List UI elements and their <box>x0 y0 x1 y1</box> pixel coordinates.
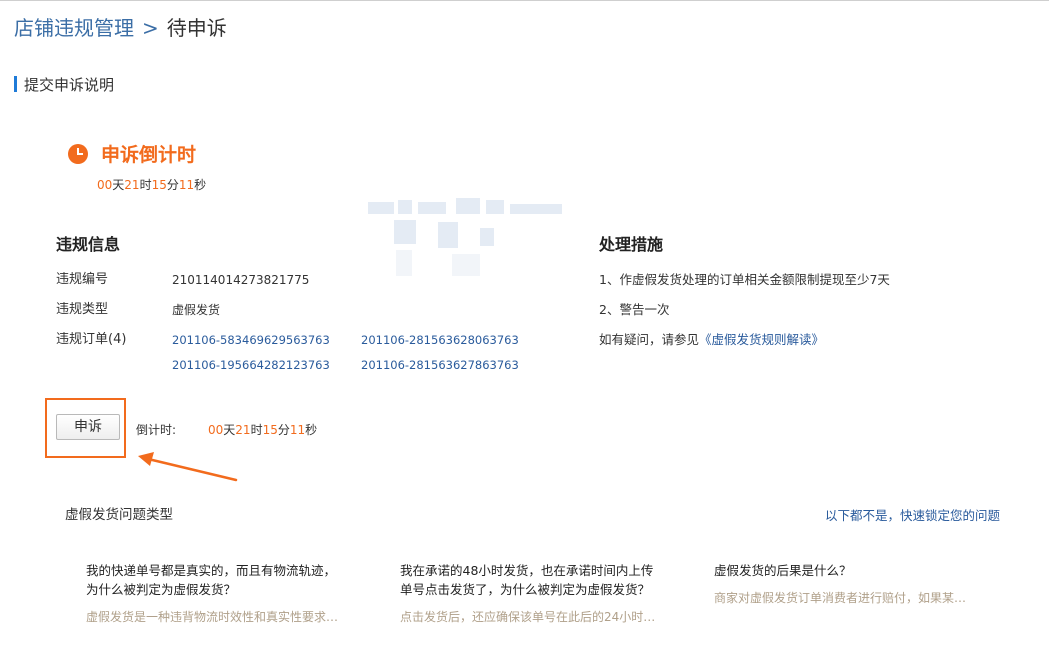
violation-type-label: 违规类型 <box>56 302 109 317</box>
faq-question-1[interactable]: 我的快递单号都是真实的，而且有物流轨迹，为什么被判定为虚假发货？ <box>86 561 348 599</box>
appeal-countdown-days-unit: 天 <box>223 423 236 437</box>
appeal-countdown-seconds-unit: 秒 <box>305 423 318 437</box>
measure-item-2: 2、警告一次 <box>599 302 670 317</box>
countdown-days-unit: 天 <box>112 178 125 192</box>
countdown-seconds-unit: 秒 <box>194 178 207 192</box>
appeal-countdown-timer: 00天21时15分11秒 <box>208 422 317 438</box>
measure-item-1: 1、作虚假发货处理的订单相关金额限制提现至少7天 <box>599 272 890 287</box>
countdown-days: 00 <box>97 178 113 192</box>
measures-question: 如有疑问，请参见《虚假发货规则解读》 <box>599 332 824 348</box>
watermark-logo <box>368 198 562 276</box>
rule-interpretation-link[interactable]: 《虚假发货规则解读》 <box>699 332 824 347</box>
violation-type-value: 虚假发货 <box>172 303 221 317</box>
order-link[interactable]: 201106-281563628063763 <box>361 333 519 347</box>
faq-question-2[interactable]: 我在承诺的48小时发货，也在承诺时间内上传单号点击发货了，为什么被判定为虚假发货… <box>400 561 662 599</box>
appeal-countdown-minutes: 15 <box>262 423 278 437</box>
countdown-minutes: 15 <box>151 178 167 192</box>
countdown-timer: 00天21时15分11秒 <box>97 177 206 193</box>
section-marker <box>14 76 17 92</box>
countdown-seconds: 11 <box>178 178 195 192</box>
faq-answer-2: 点击发货后，还应确保该单号在此后的24小时… <box>400 610 656 624</box>
countdown-hours-unit: 时 <box>139 178 152 192</box>
breadcrumb: 店铺违规管理 > 待申诉 <box>14 15 227 41</box>
order-link[interactable]: 201106-583469629563763 <box>172 333 330 347</box>
measures-heading: 处理措施 <box>599 235 664 254</box>
appeal-countdown-label: 倒计时: <box>136 423 177 437</box>
measures-question-text: 如有疑问，请参见 <box>599 332 700 347</box>
violation-id-label: 违规编号 <box>56 272 109 287</box>
faq-question-3[interactable]: 虚假发货的后果是什么？ <box>714 561 976 580</box>
faq-title: 虚假发货问题类型 <box>65 507 173 523</box>
order-link[interactable]: 201106-281563627863763 <box>361 358 519 372</box>
violation-id-value: 210114014273821775 <box>172 273 310 287</box>
appeal-countdown-hours: 21 <box>235 423 251 437</box>
breadcrumb-separator: > <box>142 16 159 40</box>
appeal-countdown-seconds: 11 <box>289 423 306 437</box>
quick-locate-link[interactable]: 以下都不是，快速锁定您的问题 <box>825 508 1000 524</box>
arrow-annotation-icon <box>138 452 238 482</box>
countdown-title: 申诉倒计时 <box>101 144 197 166</box>
appeal-button[interactable]: 申诉 <box>56 414 120 440</box>
faq-answer-1: 虚假发货是一种违背物流时效性和真实性要求… <box>86 610 339 624</box>
breadcrumb-parent-link[interactable]: 店铺违规管理 <box>14 16 134 40</box>
faq-answer-3: 商家对虚假发货订单消费者进行赔付，如果某… <box>714 591 967 605</box>
top-border <box>0 0 1049 1</box>
section-title: 提交申诉说明 <box>24 76 115 94</box>
breadcrumb-current: 待申诉 <box>166 16 227 40</box>
violation-info-heading: 违规信息 <box>56 235 121 254</box>
clock-icon <box>68 144 88 164</box>
appeal-countdown-minutes-unit: 分 <box>277 423 290 437</box>
violation-orders-label: 违规订单(4) <box>56 332 127 347</box>
countdown-minutes-unit: 分 <box>166 178 179 192</box>
countdown-hours: 21 <box>124 178 140 192</box>
order-link[interactable]: 201106-195664282123763 <box>172 358 330 372</box>
appeal-countdown-hours-unit: 时 <box>250 423 263 437</box>
appeal-countdown-days: 00 <box>208 423 224 437</box>
